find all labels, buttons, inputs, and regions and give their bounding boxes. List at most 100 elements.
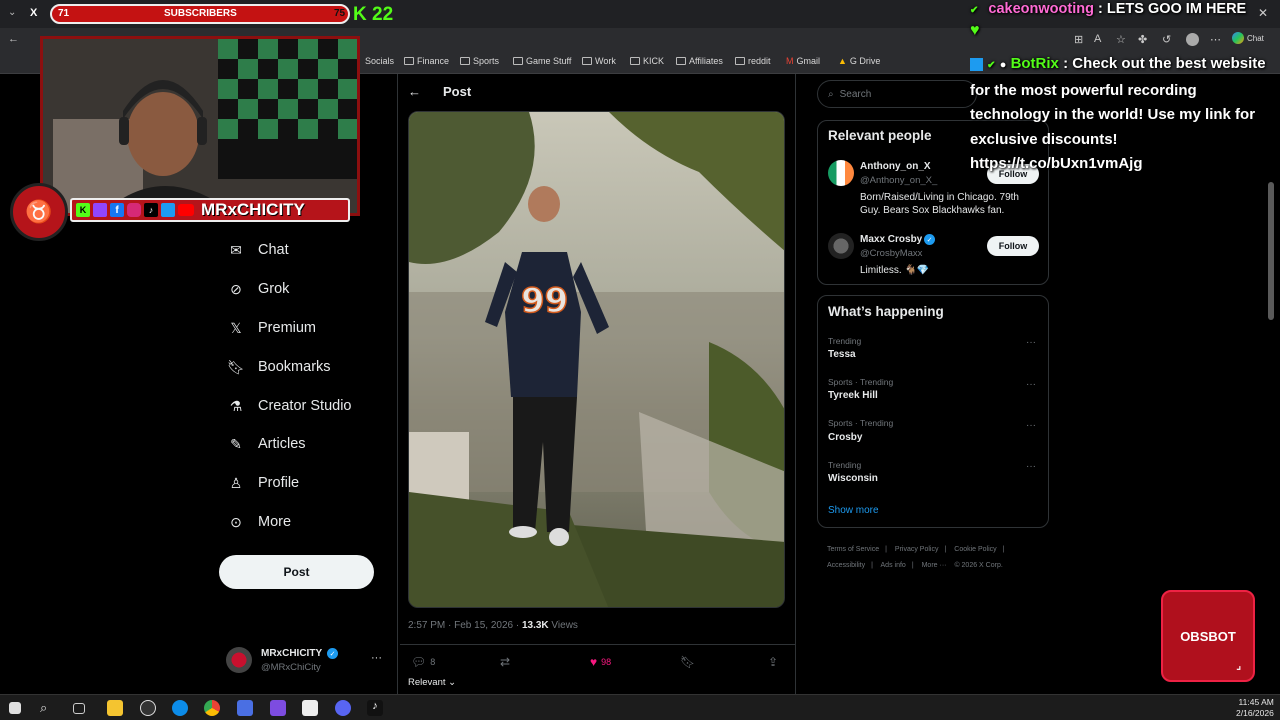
menu-dots-icon[interactable]: ⋯ (1210, 33, 1221, 46)
capcut-icon[interactable] (302, 700, 318, 716)
task-view-icon[interactable] (73, 703, 85, 714)
system-clock[interactable]: 11:45 AM 2/16/2026 (1236, 697, 1274, 719)
post-photo[interactable]: 99 (408, 111, 785, 608)
search-input[interactable]: ⌕ Search (817, 80, 977, 108)
bookmark-gmail[interactable]: M Gmail (786, 56, 820, 66)
more-dots-icon[interactable]: ··· (371, 652, 382, 664)
x-tab[interactable]: X (30, 7, 37, 19)
bookmark-socials[interactable]: Socials (365, 56, 394, 66)
back-arrow-icon[interactable]: ← (8, 33, 19, 45)
bookmark-reddit[interactable]: reddit (735, 56, 771, 66)
bookmark-game-stuff[interactable]: Game Stuff (513, 56, 571, 66)
scrollbar[interactable] (1268, 182, 1274, 320)
windows-start-icon[interactable] (9, 702, 21, 714)
obs-icon[interactable] (140, 700, 156, 716)
flask-icon: ⚗ (229, 397, 243, 414)
bookmark-work[interactable]: Work (582, 56, 616, 66)
obsbot-widget[interactable]: OBSBOT ⌟ (1161, 590, 1255, 682)
bookmark-sports[interactable]: Sports (460, 56, 499, 66)
back-arrow-icon[interactable]: ← (408, 84, 421, 99)
collections-icon[interactable]: ⊞ (1074, 33, 1083, 46)
copilot-chat-button[interactable]: Chat (1232, 32, 1264, 44)
footer-link[interactable]: Privacy Policy (895, 546, 939, 553)
copyright-text: © 2026 X Corp. (954, 562, 1003, 569)
nav-grok[interactable]: ⊘ Grok (228, 280, 289, 298)
bookmark-finance[interactable]: Finance (404, 56, 449, 66)
history-icon[interactable]: ↺ (1162, 33, 1171, 46)
profile-avatar[interactable] (1186, 33, 1199, 46)
discord-icon[interactable] (335, 700, 351, 716)
share-icon: ⇪ (768, 655, 779, 669)
sort-replies-dropdown[interactable]: Relevant ⌄ (408, 677, 456, 688)
folder-icon (513, 57, 523, 65)
grok-icon: ⊘ (230, 280, 242, 297)
search-icon[interactable]: ⌕ (40, 700, 56, 716)
post-button[interactable]: Post (219, 555, 374, 589)
bookmark-button[interactable]: 🔖︎ (680, 655, 695, 669)
bookmark-kick[interactable]: KICK (630, 56, 664, 66)
nav-chat[interactable]: ✉ Chat (228, 242, 289, 259)
webcam-feed (43, 39, 357, 213)
trend-item[interactable]: Tessa (828, 349, 856, 360)
resize-corner-icon: ⌟ (1236, 661, 1241, 672)
person-bio: Born/Raised/Living in Chicago. 79th Guy.… (860, 192, 1019, 216)
bot-emoji-icon: ● (999, 59, 1007, 71)
bull-icon: ♉ (25, 199, 53, 224)
show-more-link[interactable]: Show more (828, 505, 879, 516)
person-bio: Limitless. 🐐💎 (860, 265, 930, 276)
footer-link[interactable]: Ads info (881, 562, 906, 569)
channel-name: MRxCHICITY (201, 200, 305, 219)
repost-button[interactable]: ⇄ (500, 655, 510, 669)
nav-bookmarks[interactable]: 🔖︎ Bookmarks (227, 359, 330, 376)
trend-item[interactable]: Tyreek Hill (828, 390, 878, 401)
more-dots-icon[interactable]: ··· (1026, 461, 1036, 472)
account-switcher[interactable]: MRxCHICITY ✓ @MRxChiCity ··· (226, 646, 386, 676)
close-icon[interactable]: ✕ (1258, 6, 1268, 20)
tab-list-chevron-icon[interactable]: ⌄ (8, 7, 16, 18)
footer-link[interactable]: Cookie Policy (954, 546, 996, 553)
footer-link[interactable]: Terms of Service (827, 546, 879, 553)
grid-app-icon[interactable] (270, 700, 286, 716)
reply-count: 8 (430, 657, 436, 667)
nav-articles[interactable]: ✎ Articles (228, 436, 305, 453)
more-dots-icon[interactable]: ··· (1026, 420, 1036, 431)
edge-icon[interactable] (172, 700, 188, 716)
nav-creator-studio[interactable]: ⚗ Creator Studio (228, 397, 352, 415)
app-icon[interactable] (237, 700, 253, 716)
nav-premium[interactable]: 𝕏 Premium (228, 320, 316, 337)
bookmark-g-drive[interactable]: ▲ G Drive (838, 56, 880, 66)
favorite-icon[interactable]: ☆ (1116, 33, 1126, 46)
footer-link[interactable]: Accessibility (827, 562, 865, 569)
share-button[interactable]: ⇪ (768, 655, 778, 669)
tiktok-icon[interactable]: ♪ (367, 700, 383, 716)
chat-username: BotRix (1010, 55, 1059, 72)
more-dots-icon[interactable]: ··· (1026, 337, 1036, 348)
taskbar: ⌕ ♪ 11:45 AM 2/16/2026 (0, 694, 1280, 720)
follow-button[interactable]: Follow (987, 236, 1039, 256)
reply-button[interactable]: 💬︎ 8 (411, 655, 435, 669)
bookmark-affiliates[interactable]: Affiliates (676, 56, 723, 66)
extensions-icon[interactable]: ✤ (1138, 33, 1147, 46)
like-count: 98 (601, 657, 612, 667)
whats-happening-title: What’s happening (828, 304, 944, 319)
trend-category: Trending (828, 460, 862, 470)
bot-badge-icon (970, 57, 983, 71)
nav-label: Chat (258, 242, 289, 258)
person-handle: @CrosbyMaxx (860, 248, 923, 259)
folder-icon (460, 57, 470, 65)
reply-icon: 💬︎ (411, 655, 427, 669)
person-name[interactable]: Anthony_on_X (860, 161, 931, 172)
more-dots-icon[interactable]: ··· (1026, 379, 1036, 390)
footer-link[interactable]: More ··· (922, 562, 947, 569)
chrome-icon[interactable] (204, 700, 220, 716)
like-button[interactable]: ♥ 98 (590, 655, 611, 669)
post-meta: 2:57 PM · Feb 15, 2026 · 13.3K Views (408, 620, 578, 631)
trend-item[interactable]: Wisconsin (828, 473, 878, 484)
nav-more[interactable]: ⊙ More (228, 514, 291, 531)
read-aloud-icon[interactable]: A (1094, 33, 1101, 45)
file-explorer-icon[interactable] (107, 700, 123, 716)
avatar (226, 647, 252, 673)
person-name[interactable]: Maxx Crosby (860, 234, 922, 245)
nav-profile[interactable]: ♙ Profile (228, 475, 299, 492)
trend-item[interactable]: Crosby (828, 432, 862, 443)
